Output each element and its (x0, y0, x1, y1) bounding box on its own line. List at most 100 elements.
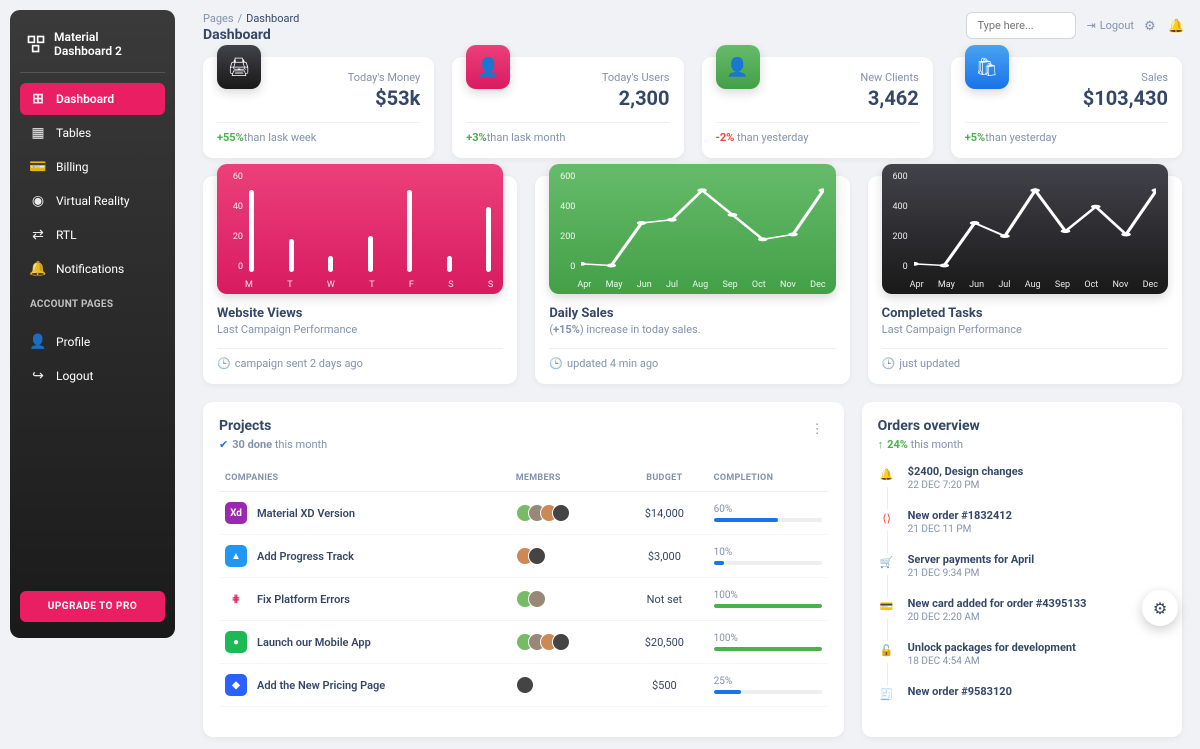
company-logo-icon: Xd (225, 502, 247, 524)
completion-label: 100% (714, 590, 822, 601)
divider (716, 122, 919, 123)
stat-value: $53k (348, 86, 421, 110)
company-cell: ●Launch our Mobile App (225, 631, 504, 653)
sidebar-icon: 💳 (30, 159, 46, 175)
avatar (516, 676, 534, 694)
sidebar-item-rtl[interactable]: ⇄RTL (20, 219, 165, 251)
sidebar-item-notifications[interactable]: 🔔Notifications (20, 253, 165, 285)
sidebar-item-label: Virtual Reality (56, 194, 130, 208)
stat-card: 🛍 Sales $103,430 +5%than yesterday (951, 57, 1182, 158)
sidebar-item-dashboard[interactable]: ⊞Dashboard (20, 83, 165, 115)
chart-title: Website Views (217, 306, 503, 321)
stat-card: 👤 New Clients 3,462 -2% than yesterday (702, 57, 933, 158)
bar (368, 236, 373, 272)
avatar (528, 590, 546, 608)
sidebar-item-label: Profile (56, 335, 90, 349)
divider (217, 122, 420, 123)
sidebar-item-label: Notifications (56, 262, 124, 276)
sidebar-item-billing[interactable]: 💳Billing (20, 151, 165, 183)
company-logo-icon: ⋕ (225, 588, 247, 610)
logout-link[interactable]: ⇥ Logout (1086, 19, 1134, 32)
sidebar-item-label: Dashboard (56, 92, 114, 106)
logout-icon: ⇥ (1086, 19, 1095, 32)
search-input[interactable] (966, 12, 1076, 39)
divider (965, 122, 1168, 123)
bar (486, 207, 491, 272)
table-row[interactable]: XdMaterial XD Version $14,000 60% (219, 492, 828, 535)
chart-x-axis: MTWTFSS (245, 280, 493, 290)
timeline-icon: 🧾 (878, 685, 896, 703)
table-row[interactable]: ●Launch our Mobile App $20,500 100% (219, 621, 828, 664)
sidebar-item-logout[interactable]: ↪Logout (20, 360, 165, 392)
chart-subtitle: Last Campaign Performance (882, 323, 1168, 336)
table-header: COMPANIES (219, 465, 510, 492)
completion-label: 10% (714, 547, 822, 558)
table-header: BUDGET (621, 465, 708, 492)
brand-title: Material Dashboard 2 (54, 30, 159, 58)
table-row[interactable]: ◆Add the New Pricing Page $500 25% (219, 664, 828, 707)
chart-y-axis: 6004002000 (886, 172, 908, 272)
divider (882, 348, 1168, 349)
check-icon: ✔ (219, 438, 228, 451)
chart-x-axis: AprMayJunJulAugSepOctNovDec (577, 280, 825, 290)
company-cell: ◆Add the New Pricing Page (225, 674, 504, 696)
company-cell: ⋕Fix Platform Errors (225, 588, 504, 610)
chart-title: Daily Sales (549, 306, 835, 321)
members-cell (516, 676, 615, 694)
breadcrumb: Pages / Dashboard (203, 12, 299, 25)
table-row[interactable]: ⋕Fix Platform Errors Not set 100% (219, 578, 828, 621)
clock-icon: 🕒 (549, 357, 563, 370)
company-logo-icon: ● (225, 631, 247, 653)
timeline-time: 22 DEC 7:20 PM (908, 480, 1024, 491)
bar (328, 256, 333, 272)
breadcrumb-current: Dashboard (246, 12, 299, 25)
top-actions: ⇥ Logout ⚙ 🔔 (966, 12, 1182, 39)
members-cell (516, 590, 615, 608)
company-cell: XdMaterial XD Version (225, 502, 504, 524)
chart-canvas: 6004002000 AprMayJunJulAugSepOctNovDec (549, 164, 835, 294)
stat-value: 2,300 (602, 86, 670, 110)
chart-card: 6004002000 AprMayJunJulAugSepOctNovDec C… (868, 176, 1182, 384)
upgrade-button[interactable]: UPGRADE TO PRO (20, 591, 165, 622)
chart-card: 6040200 MTWTFSS Website Views Last Campa… (203, 176, 517, 384)
members-cell (516, 504, 615, 522)
timeline-title: New card added for order #4395133 (908, 597, 1087, 610)
avatar (552, 504, 570, 522)
breadcrumb-root[interactable]: Pages (203, 12, 234, 25)
stat-label: Today's Money (348, 71, 421, 84)
divider (217, 348, 503, 349)
company-name: Add the New Pricing Page (257, 679, 385, 692)
timeline-title: Server payments for April (908, 553, 1034, 566)
sidebar-item-profile[interactable]: 👤Profile (20, 326, 165, 358)
stat-footer: -2% than yesterday (716, 131, 919, 144)
bar-chart (249, 174, 491, 272)
divider (466, 122, 669, 123)
stat-card: 🖨 Today's Money $53k +55%than lask week (203, 57, 434, 158)
sidebar-item-virtual-reality[interactable]: ◉Virtual Reality (20, 185, 165, 217)
bar (407, 190, 412, 272)
projects-menu-button[interactable]: ⋮ (807, 418, 828, 441)
gear-icon[interactable]: ⚙ (1144, 19, 1158, 33)
bell-icon[interactable]: 🔔 (1168, 19, 1182, 33)
page-title: Dashboard (203, 27, 299, 43)
stat-value: $103,430 (1083, 86, 1168, 110)
members-cell (516, 633, 615, 651)
company-logo-icon: ▲ (225, 545, 247, 567)
table-row[interactable]: ▲Add Progress Track $3,000 10% (219, 535, 828, 578)
progress-bar (714, 518, 822, 522)
stat-footer: +3%than lask month (466, 131, 669, 144)
settings-fab[interactable]: ⚙ (1142, 590, 1178, 626)
breadcrumb-sep: / (238, 12, 243, 25)
chart-y-axis: 6040200 (221, 172, 243, 272)
company-cell: ▲ Add Progress Track (225, 545, 504, 567)
progress-bar (714, 561, 822, 565)
timeline-item: 🛒 Server payments for April 21 DEC 9:34 … (878, 553, 1166, 597)
sidebar-item-tables[interactable]: ▦Tables (20, 117, 165, 149)
arrow-up-icon: ↑ (878, 438, 884, 451)
timeline-item: 🔔 $2400, Design changes 22 DEC 7:20 PM (878, 465, 1166, 509)
divider (549, 348, 835, 349)
chart-footer: 🕒 updated 4 min ago (549, 357, 835, 370)
company-name: Add Progress Track (257, 550, 354, 563)
table-header: MEMBERS (510, 465, 621, 492)
completion-label: 100% (714, 633, 822, 644)
